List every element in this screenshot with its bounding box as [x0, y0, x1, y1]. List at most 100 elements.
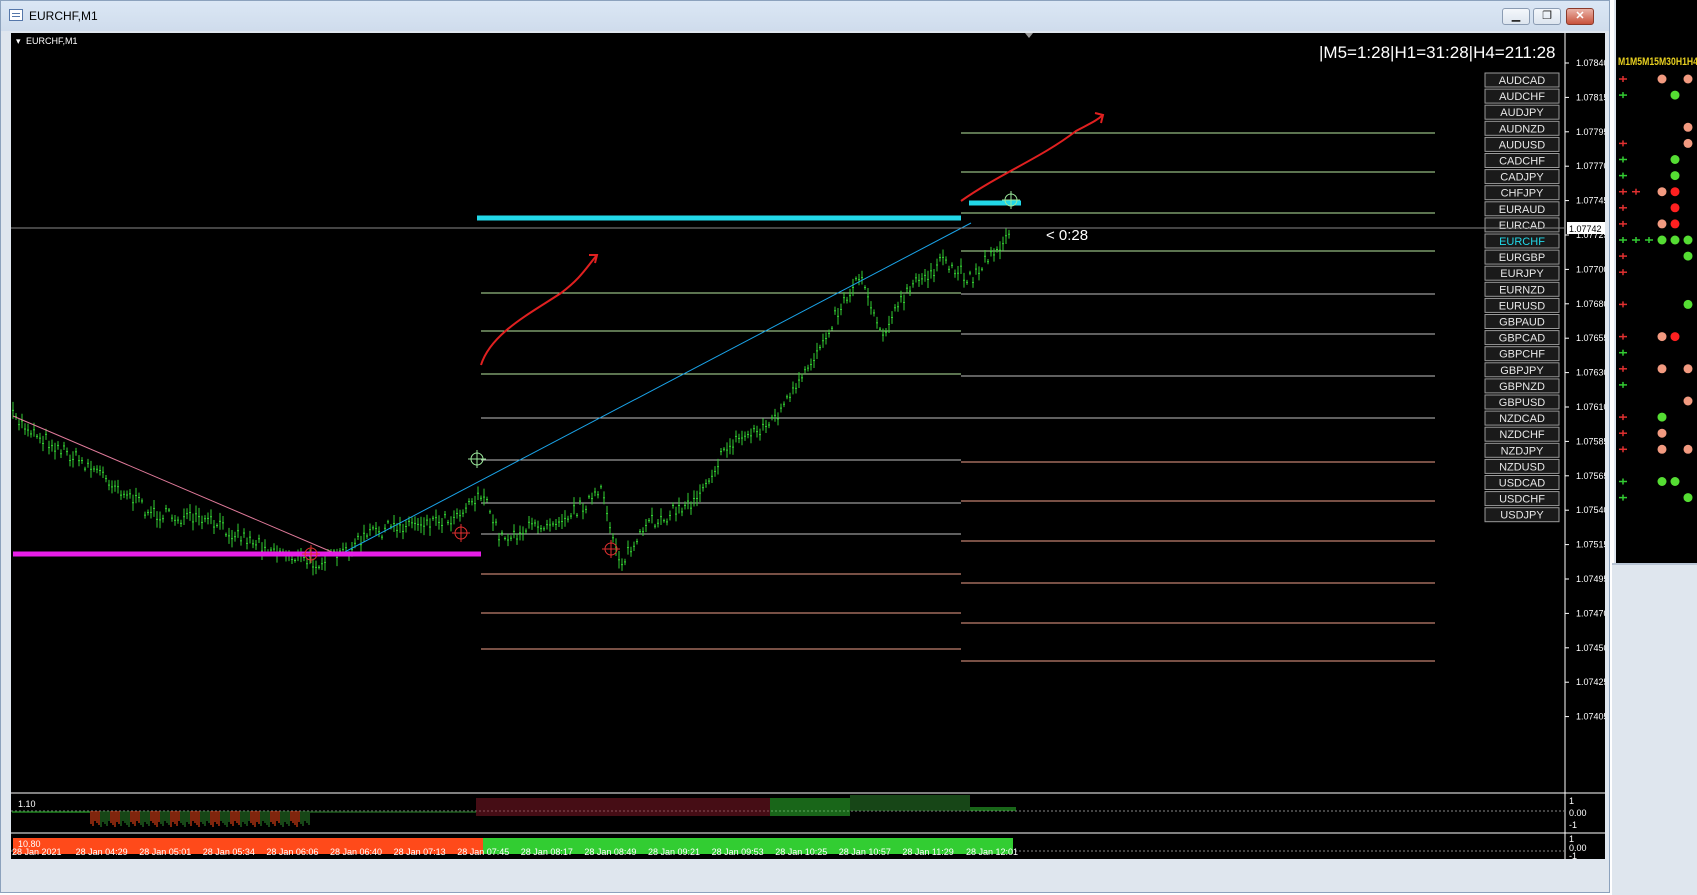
svg-text:USDCHF: USDCHF: [1499, 494, 1545, 506]
price-tick: 1.07745: [1576, 196, 1605, 206]
svg-text:EURJPY: EURJPY: [1500, 268, 1544, 280]
time-tick: 28 Jan 04:29: [76, 847, 128, 857]
svg-text:GBPJPY: GBPJPY: [1500, 365, 1544, 377]
chart-area[interactable]: ▾ EURCHF,M1 |M5=1:28|H1=31:28|H4=211:28 …: [11, 33, 1609, 881]
title-bar[interactable]: EURCHF,M1 ▁ ❐ ✕: [1, 1, 1609, 31]
signal-dot-icon: [1657, 74, 1667, 84]
signal-dot-icon: [1657, 332, 1667, 342]
svg-text:NZDCHF: NZDCHF: [1499, 429, 1544, 441]
signal-dot-icon: [1683, 493, 1693, 503]
chart-dropdown-icon[interactable]: ▾: [16, 36, 21, 46]
symbol-button-nzdjpy[interactable]: NZDJPY: [1484, 442, 1560, 458]
signal-dot-icon: [1670, 171, 1680, 181]
current-price-value: 1.07742: [1569, 224, 1602, 234]
symbol-button-eurchf[interactable]: EURCHF: [1484, 233, 1560, 249]
symbol-button-eurcad[interactable]: EURCAD: [1484, 217, 1560, 233]
signal-dot-icon: [1657, 477, 1667, 486]
price-tick: 1.07795: [1576, 127, 1605, 137]
signal-dot-icon: [1657, 219, 1667, 229]
indicator2-tick-bottom: -1: [1569, 851, 1577, 859]
signal-dot-icon: [1683, 444, 1693, 454]
signal-dot-icon: [1657, 444, 1667, 454]
minimize-button[interactable]: ▁: [1502, 8, 1530, 25]
svg-text:AUDCAD: AUDCAD: [1499, 75, 1546, 87]
signal-dot-icon: [1683, 74, 1693, 84]
up-arrow-annotation[interactable]: [480, 254, 598, 366]
svg-text:USDJPY: USDJPY: [1500, 510, 1544, 522]
symbol-button-chfjpy[interactable]: CHFJPY: [1484, 185, 1560, 201]
symbol-button-gbpcad[interactable]: GBPCAD: [1484, 330, 1560, 346]
price-tick: 1.07610: [1576, 402, 1605, 412]
price-tick: 1.07585: [1576, 436, 1605, 446]
time-tick: 28 Jan 08:49: [584, 847, 636, 857]
signal-dot-icon: [1657, 364, 1667, 374]
signal-dot-icon: [1670, 90, 1680, 100]
indicator2-label: 10.80: [18, 839, 41, 849]
symbol-button-usdcad[interactable]: USDCAD: [1484, 475, 1560, 490]
symbol-button-euraud[interactable]: EURAUD: [1484, 201, 1560, 217]
symbol-button-audnzd[interactable]: AUDNZD: [1484, 120, 1560, 136]
indicator1-tick-zero: 0.00: [1569, 808, 1587, 818]
symbol-button-eurnzd[interactable]: EURNZD: [1484, 281, 1560, 297]
svg-text:EURGBP: EURGBP: [1499, 252, 1545, 264]
symbol-button-gbpjpy[interactable]: GBPJPY: [1484, 362, 1560, 378]
svg-text:GBPCAD: GBPCAD: [1499, 333, 1546, 345]
down-trendline[interactable]: [12, 415, 340, 556]
signal-dot-icon: [1657, 235, 1667, 245]
symbol-button-nzdusd[interactable]: NZDUSD: [1484, 458, 1560, 474]
svg-text:EURAUD: EURAUD: [1499, 204, 1546, 216]
signal-dot-icon: [1670, 155, 1680, 164]
symbol-button-cadjpy[interactable]: CADJPY: [1484, 169, 1560, 185]
symbol-button-eurusd[interactable]: EURUSD: [1484, 297, 1560, 313]
symbol-button-gbpaud[interactable]: GBPAUD: [1484, 314, 1560, 329]
time-tick: 28 Jan 11:29: [902, 847, 953, 857]
shift-marker-icon[interactable]: [1025, 33, 1033, 38]
symbol-button-audusd[interactable]: AUDUSD: [1484, 136, 1560, 152]
price-tick: 1.07655: [1576, 333, 1605, 343]
candles: [12, 227, 1010, 576]
up-arrow-annotation-2[interactable]: [960, 114, 1104, 202]
svg-text:AUDJPY: AUDJPY: [1500, 107, 1544, 119]
symbol-button-eurgbp[interactable]: EURGBP: [1484, 249, 1560, 265]
symbol-button-nzdcad[interactable]: NZDCAD: [1484, 410, 1560, 426]
symbol-button-audchf[interactable]: AUDCHF: [1484, 88, 1560, 104]
time-tick: 28 Jan 09:21: [648, 847, 700, 857]
svg-text:EURNZD: EURNZD: [1499, 284, 1545, 296]
symbol-button-cadchf[interactable]: CADCHF: [1484, 153, 1560, 168]
symbol-button-gbpusd[interactable]: GBPUSD: [1484, 394, 1560, 410]
symbol-button-gbpchf[interactable]: GBPCHF: [1484, 346, 1560, 362]
close-button[interactable]: ✕: [1566, 8, 1594, 25]
symbol-button-eurjpy[interactable]: EURJPY: [1484, 265, 1560, 281]
price-tick: 1.07515: [1576, 540, 1605, 550]
price-tick: 1.07470: [1576, 608, 1605, 618]
symbol-button-audjpy[interactable]: AUDJPY: [1484, 104, 1560, 120]
price-tick: 1.07425: [1576, 677, 1605, 687]
time-tick: 28 Jan 10:25: [775, 847, 827, 857]
svg-text:AUDNZD: AUDNZD: [1499, 123, 1545, 135]
signal-dot-icon: [1683, 364, 1693, 374]
price-tick: 1.07815: [1576, 92, 1605, 102]
svg-text:USDCAD: USDCAD: [1499, 478, 1546, 490]
time-tick: 28 Jan 06:06: [266, 847, 318, 857]
time-tick: 28 Jan 07:45: [457, 847, 509, 857]
price-tick: 1.07630: [1576, 368, 1605, 378]
up-trendline[interactable]: [338, 222, 972, 556]
price-tick: 1.07840: [1576, 58, 1605, 68]
symbol-button-audcad[interactable]: AUDCAD: [1484, 72, 1560, 88]
symbol-button-gbpnzd[interactable]: GBPNZD: [1484, 378, 1560, 394]
price-tick: 1.07680: [1576, 299, 1605, 309]
price-chart[interactable]: ▾ EURCHF,M1 |M5=1:28|H1=31:28|H4=211:28 …: [11, 33, 1609, 881]
time-tick: 28 Jan 05:01: [139, 847, 191, 857]
symbol-button-usdjpy[interactable]: USDJPY: [1484, 507, 1560, 523]
maximize-button[interactable]: ❐: [1533, 8, 1561, 25]
signal-dot-icon: [1683, 138, 1693, 148]
symbol-button-usdchf[interactable]: USDCHF: [1484, 491, 1560, 507]
signal-dot-icon: [1670, 203, 1680, 213]
signal-dot-icon: [1683, 299, 1693, 309]
svg-text:CADJPY: CADJPY: [1500, 172, 1544, 184]
signal-dot-icon: [1670, 219, 1680, 229]
signal-dot-icon: [1683, 396, 1693, 406]
time-tick: 28 Jan 10:57: [839, 847, 891, 857]
indicator1-tick-top: 1: [1569, 796, 1574, 806]
symbol-button-nzdchf[interactable]: NZDCHF: [1484, 426, 1560, 442]
